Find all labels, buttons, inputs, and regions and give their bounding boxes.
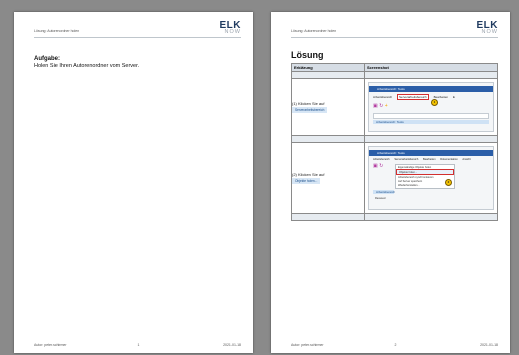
tab-arbeitsbereich: Arbeitsbereich: [373, 95, 393, 99]
screenshot-list-item: Arbeitsbereich: Tests: [373, 120, 489, 124]
tab-serverarbeitsbereich: Serverarbeitsbereich: [394, 158, 419, 161]
task-label: Aufgabe:: [34, 56, 60, 62]
tab-more: E: [452, 95, 455, 99]
screenshot-toolbar-icons: ▣ ↻ +: [373, 103, 388, 109]
tab-ansicht: Ansicht: [462, 158, 471, 161]
step-2-screenshot: Arbeitsbereich: Tests Arbeitsbereich Ser…: [368, 146, 494, 210]
step-1-ui-chip: Serverarbeitsbereich: [292, 107, 328, 113]
table-row-step-1: (1) Klicken Sie auf Serverarbeitsbereich…: [291, 78, 498, 136]
footer-author: Autor: peter.schirmer: [34, 343, 67, 347]
header-divider: [34, 37, 241, 38]
screenshot-ribbon-tabs: Arbeitsbereich Serverarbeitsbereich Bear…: [373, 158, 489, 161]
step-2-screenshot-cell: Arbeitsbereich: Tests Arbeitsbereich Ser…: [364, 142, 498, 214]
tab-serverarbeitsbereich: Serverarbeitsbereich: [397, 94, 429, 100]
task-text: Holen Sie Ihren Autorenordner vom Server…: [34, 63, 140, 69]
step-1-text: (1) Klicken Sie auf: [292, 101, 325, 106]
header-divider: [291, 37, 498, 38]
column-header-screenshot: Screenshot: [364, 63, 498, 72]
page-header-title: Lösung: Autorenordner holen: [291, 29, 337, 33]
screenshot-side-item-2: Ressourc: [375, 197, 386, 200]
solution-table: Erklärung Screenshot (1) Klicken Sie auf…: [291, 63, 498, 221]
step-1-marker: 1: [431, 99, 438, 106]
screenshot-side-item: Arbeitsbereich: [373, 190, 395, 194]
table-spacer-row: [291, 71, 498, 79]
screenshot-titlebar: Arbeitsbereich: Tests: [369, 150, 493, 156]
footer-page-number: 1: [137, 343, 140, 347]
footer-date: 2021-01-18: [223, 343, 241, 347]
screenshot-ribbon-tabs: Arbeitsbereich Serverarbeitsbereich Bear…: [373, 94, 489, 100]
footer-page-number: 2: [394, 343, 397, 347]
table-spacer-row: [291, 213, 498, 221]
step-1-screenshot: Arbeitsbereich: Tests Arbeitsbereich Ser…: [368, 82, 494, 132]
step-2-ui-chip: Objekte holen...: [292, 178, 321, 184]
screenshot-toolbar-icons: ▣ ↻: [373, 163, 384, 169]
footer-date: 2021-01-18: [480, 343, 498, 347]
screenshot-titlebar: Arbeitsbereich: Tests: [369, 86, 493, 92]
tab-bearbeiten: Bearbeiten: [423, 158, 436, 161]
step-1-explanation: (1) Klicken Sie auf Serverarbeitsbereich: [291, 78, 365, 136]
screenshot-search-input: [373, 113, 489, 119]
column-header-explanation: Erklärung: [291, 63, 365, 72]
solution-title: Lösung: [291, 50, 324, 60]
step-2-explanation: (2) Klicken Sie auf Objekte holen...: [291, 142, 365, 214]
footer-author: Autor: peter.schirmer: [291, 343, 324, 347]
page-header-title: Lösung: Autorenordner holen: [34, 29, 80, 33]
step-2-marker: 2: [445, 179, 452, 186]
table-row-step-2: (2) Klicken Sie auf Objekte holen... Arb…: [291, 142, 498, 214]
step-1-screenshot-cell: Arbeitsbereich: Tests Arbeitsbereich Ser…: [364, 78, 498, 136]
tab-dokumentation: Dokumentation: [440, 158, 458, 161]
document-page-2: Lösung: Autorenordner holen ELK NOW Lösu…: [271, 12, 510, 353]
elk-now-logo: ELK NOW: [477, 21, 499, 35]
table-spacer-row: [291, 135, 498, 143]
document-page-1: Lösung: Autorenordner holen ELK NOW Aufg…: [14, 12, 253, 353]
step-2-text: (2) Klicken Sie auf: [292, 172, 325, 177]
tab-arbeitsbereich: Arbeitsbereich: [373, 158, 390, 161]
elk-now-logo: ELK NOW: [220, 21, 242, 35]
table-header-row: Erklärung Screenshot: [291, 63, 498, 72]
